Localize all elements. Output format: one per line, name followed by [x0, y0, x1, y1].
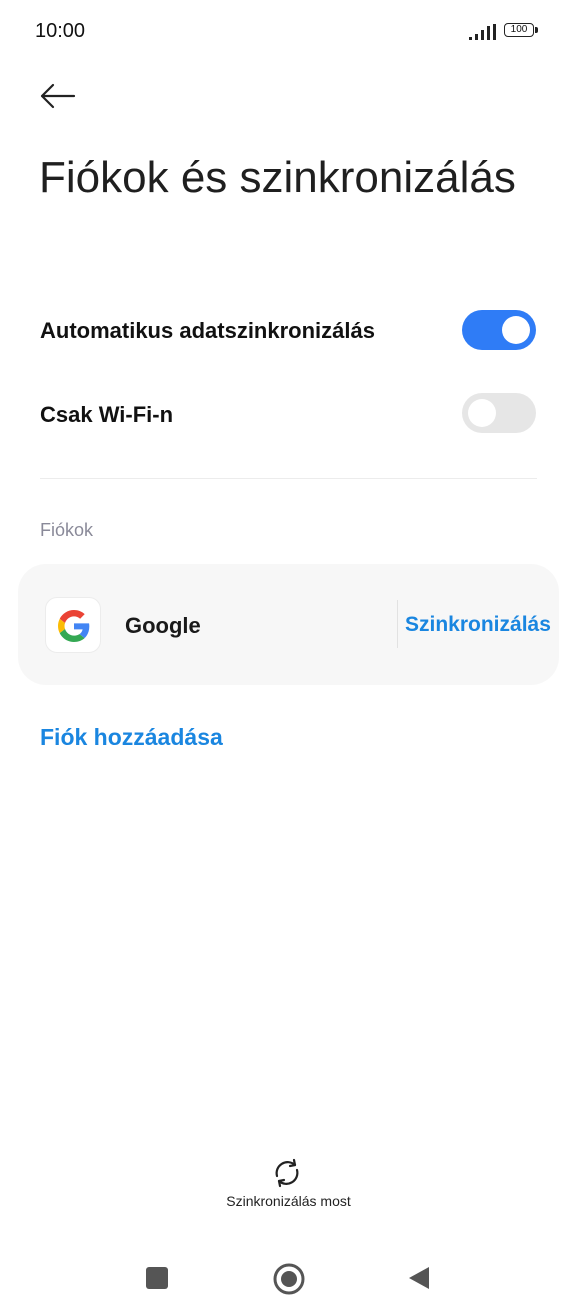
sync-account-button[interactable]: Szinkronizálás	[405, 613, 551, 637]
sync-now-label[interactable]: Szinkronizálás most	[0, 1193, 577, 1209]
battery-icon: 100	[504, 23, 534, 37]
arrow-left-icon[interactable]	[38, 80, 78, 112]
account-name: Google	[125, 613, 201, 638]
status-time: 10:00	[35, 20, 86, 42]
battery-tip	[535, 27, 538, 33]
auto-sync-toggle[interactable]	[462, 310, 536, 350]
wifi-only-toggle[interactable]	[462, 393, 536, 433]
signal-icon	[469, 24, 496, 40]
toggle-knob	[502, 316, 530, 344]
accounts-section-label: Fiókok	[40, 520, 94, 540]
page-title: Fiókok és szinkronizálás	[39, 153, 516, 202]
add-account-link[interactable]: Fiók hozzáadása	[40, 724, 223, 751]
recents-icon[interactable]	[146, 1267, 168, 1289]
back-icon[interactable]	[407, 1265, 431, 1291]
wifi-only-label: Csak Wi-Fi-n	[40, 402, 174, 427]
toggle-knob	[468, 399, 496, 427]
divider	[40, 478, 537, 479]
google-logo-icon	[45, 597, 101, 653]
sync-icon[interactable]	[270, 1156, 304, 1190]
card-divider	[397, 600, 398, 648]
battery-level: 100	[510, 24, 528, 35]
home-icon[interactable]	[272, 1262, 306, 1296]
auto-sync-label: Automatikus adatszinkronizálás	[40, 318, 375, 343]
